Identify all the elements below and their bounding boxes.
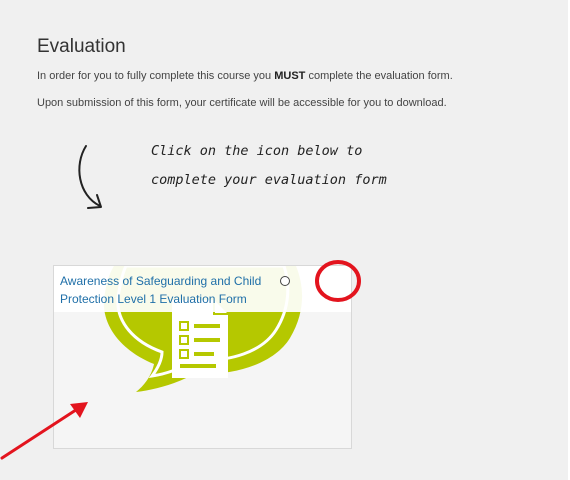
instruction-emphasis: MUST [274, 70, 306, 82]
handwritten-note-line-1: Click on the icon below to [151, 143, 363, 159]
instruction-line-1: In order for you to fully complete this … [37, 70, 453, 82]
card-header: Awareness of Safeguarding and Child Prote… [54, 266, 351, 312]
instruction-text-b: complete the evaluation form. [305, 70, 453, 82]
instruction-line-2: Upon submission of this form, your certi… [37, 97, 447, 109]
highlight-circle [315, 260, 361, 302]
evaluation-link-line-1[interactable]: Awareness of Safeguarding and Child [60, 274, 261, 288]
curved-arrow-icon [78, 145, 102, 209]
handwritten-note-line-2: complete your evaluation form [151, 172, 387, 188]
section-title: Evaluation [37, 36, 126, 57]
evaluation-form-link[interactable]: Awareness of Safeguarding and Child Prote… [60, 272, 300, 308]
evaluation-link-line-2[interactable]: Protection Level 1 Evaluation Form [60, 292, 247, 306]
red-arrow-icon [0, 402, 88, 460]
instruction-text-a: In order for you to fully complete this … [37, 70, 275, 82]
completion-radio-icon[interactable] [280, 276, 290, 286]
